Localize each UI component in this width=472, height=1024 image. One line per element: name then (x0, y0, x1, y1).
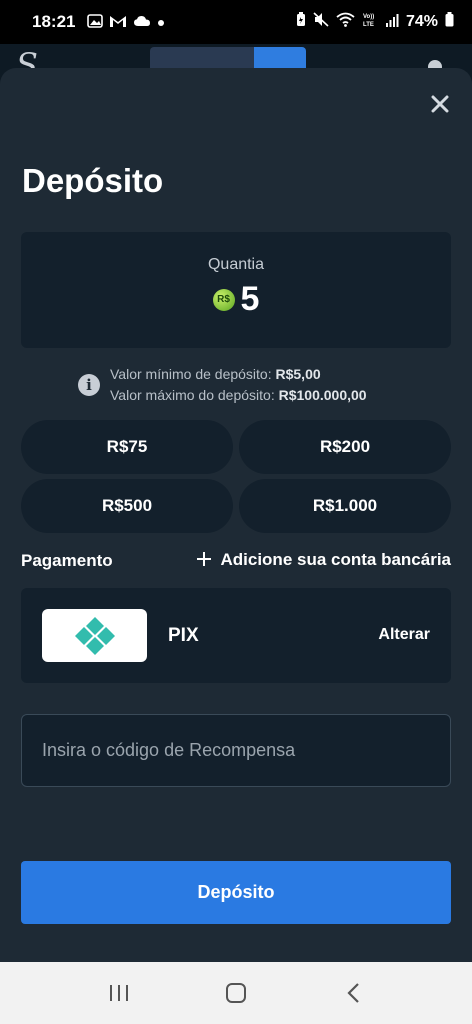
info-icon: i (78, 374, 100, 396)
battery-saver-icon (296, 12, 306, 32)
preset-amount-button[interactable]: R$1.000 (239, 479, 451, 533)
pix-logo (42, 609, 147, 662)
battery-icon (445, 12, 454, 32)
max-deposit-value: R$100.000,00 (278, 387, 367, 403)
home-icon (225, 983, 246, 1003)
mute-icon (313, 12, 329, 32)
add-bank-account-button[interactable]: Adicione sua conta bancária (196, 549, 451, 571)
amount-row: R$ 5 (21, 280, 451, 319)
plus-icon (196, 549, 212, 571)
max-deposit-label: Valor máximo do depósito: (110, 387, 275, 403)
amount-label: Quantia (207, 256, 265, 273)
preset-amount-button[interactable]: R$200 (239, 420, 451, 474)
max-deposit-line: Valor máximo do depósito: R$100.000,00 (110, 385, 367, 406)
limits-text: Valor mínimo de depósito: R$5,00 Valor m… (110, 364, 367, 406)
pix-icon (74, 616, 115, 655)
back-button[interactable] (333, 973, 373, 1013)
signal-icon (385, 13, 399, 32)
recent-apps-icon (109, 985, 128, 1001)
gallery-icon (87, 13, 104, 31)
currency-coin-icon: R$ (212, 288, 235, 311)
dot-icon (157, 14, 165, 30)
change-payment-link[interactable]: Alterar (378, 626, 430, 644)
close-icon (431, 95, 449, 113)
page-title: Depósito (22, 162, 164, 199)
wifi-icon (336, 12, 355, 32)
battery-percent: 74% (405, 13, 438, 30)
recent-apps-button[interactable] (99, 973, 139, 1013)
deposit-limits-info: i Valor mínimo de depósito: R$5,00 Valor… (78, 364, 367, 406)
preset-amount-button[interactable]: R$500 (21, 479, 233, 533)
volte-icon: Vo)) LTE (362, 12, 378, 32)
preset-amount-button[interactable]: R$75 (21, 420, 233, 474)
deposit-submit-button[interactable]: Depósito (21, 861, 451, 924)
back-icon (347, 983, 360, 1003)
amount-display[interactable]: Quantia R$ 5 (21, 232, 451, 348)
status-system-icons: Vo)) LTE 74% (296, 12, 454, 32)
status-time: 18:21 (32, 12, 76, 31)
reward-code-input[interactable] (21, 714, 451, 787)
close-button[interactable] (426, 90, 454, 118)
payment-label: Pagamento (21, 551, 113, 570)
add-bank-account-label: Adicione sua conta bancária (220, 550, 451, 569)
gmail-icon (109, 14, 127, 31)
amount-value: 5 (240, 280, 260, 318)
min-deposit-label: Valor mínimo de depósito: (110, 366, 272, 382)
min-deposit-line: Valor mínimo de depósito: R$5,00 (110, 364, 367, 385)
status-bar: 18:21 Vo)) LTE 74% (0, 0, 472, 44)
svg-text:LTE: LTE (363, 22, 374, 27)
payment-method-card[interactable]: PIX Alterar (21, 588, 451, 683)
svg-text:Vo)): Vo)) (363, 14, 374, 20)
status-notification-icons (87, 13, 165, 31)
min-deposit-value: R$5,00 (275, 366, 321, 382)
payment-method-name: PIX (168, 625, 199, 646)
cloud-icon (133, 14, 151, 30)
deposit-modal: Depósito Quantia R$ 5 i Valor mínimo de … (0, 68, 472, 962)
system-nav-bar (0, 962, 472, 1024)
home-button[interactable] (216, 973, 256, 1013)
